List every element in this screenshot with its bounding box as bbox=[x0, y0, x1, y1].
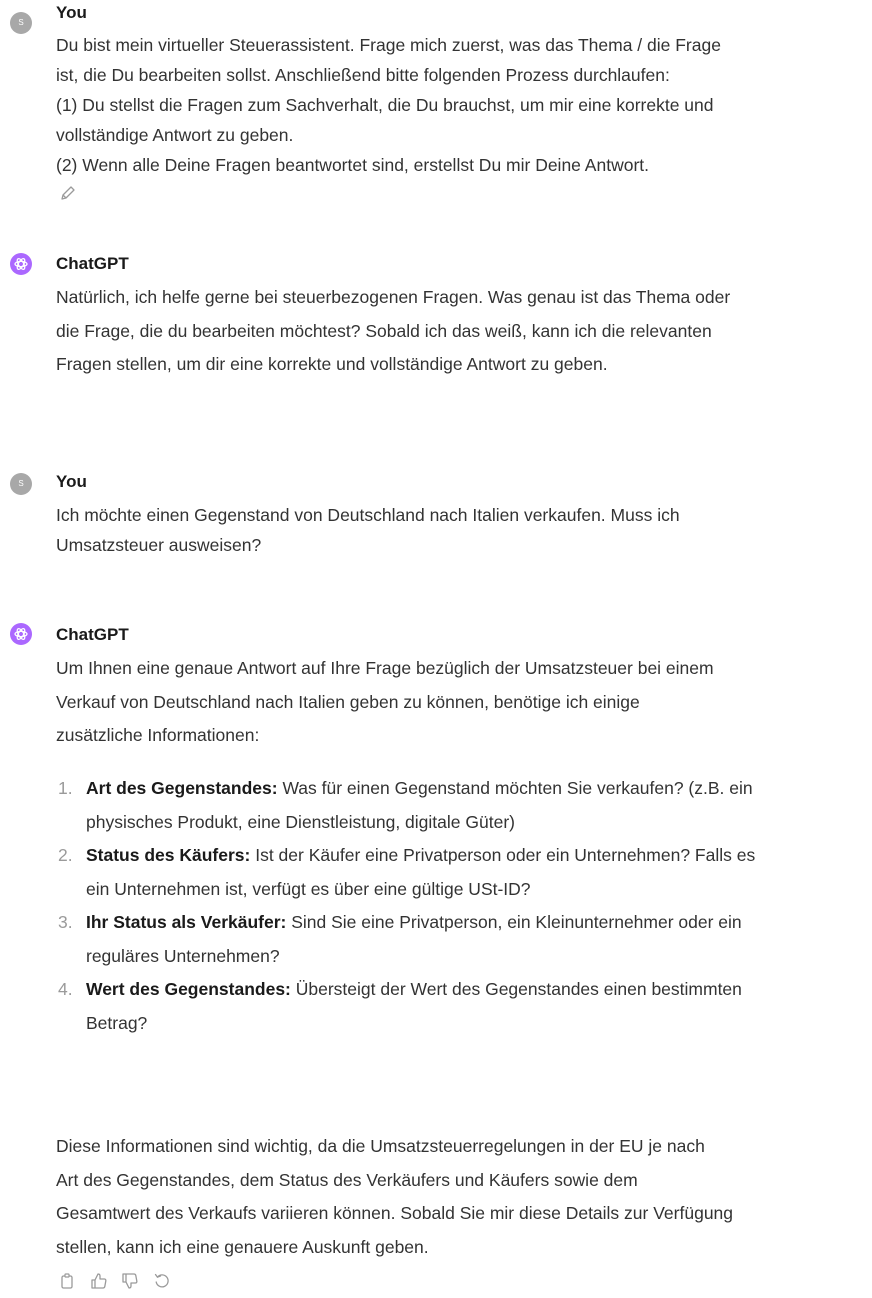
text-line: Was für einen Gegenstand möchten Sie ver… bbox=[277, 778, 753, 798]
copy-icon[interactable] bbox=[58, 1272, 76, 1290]
message-text: Um Ihnen eine genaue Antwort auf Ihre Fr… bbox=[56, 652, 872, 753]
list-item: 2. Status des Käufers: Ist der Käufer ei… bbox=[58, 839, 872, 906]
list-number: 1. bbox=[58, 778, 73, 798]
list-item-label: Status des Käufers: bbox=[86, 845, 251, 865]
text-line: Übersteigt der Wert des Gegenstandes ein… bbox=[290, 979, 742, 999]
message-text: Diese Informationen sind wichtig, da die… bbox=[56, 1130, 872, 1264]
list-item: 1. Art des Gegenstandes: Was für einen G… bbox=[58, 772, 872, 839]
thumbs-up-icon[interactable] bbox=[90, 1272, 108, 1290]
text-line: Du bist mein virtueller Steuerassistent.… bbox=[56, 35, 721, 55]
text-line: die Frage, die du bearbeiten möchtest? S… bbox=[56, 320, 712, 341]
message-text: Natürlich, ich helfe gerne bei steuerbez… bbox=[56, 281, 872, 382]
regenerate-icon[interactable] bbox=[153, 1272, 171, 1290]
message-text: Du bist mein virtueller Steuerassistent.… bbox=[56, 30, 872, 180]
list-item: 3. Ihr Status als Verkäufer: Sind Sie ei… bbox=[58, 906, 872, 973]
list-item-label: Art des Gegenstandes: bbox=[86, 778, 278, 798]
question-list: 1. Art des Gegenstandes: Was für einen G… bbox=[58, 772, 872, 1040]
list-item-label: Ihr Status als Verkäufer: bbox=[86, 912, 287, 932]
text-line: ein Unternehmen ist, verfügt es über ein… bbox=[86, 878, 531, 899]
text-line: reguläres Unternehmen? bbox=[86, 945, 280, 966]
text-line: (1) Du stellst die Fragen zum Sachverhal… bbox=[56, 95, 714, 115]
text-line: Ich möchte einen Gegenstand von Deutschl… bbox=[56, 505, 680, 525]
thumbs-down-icon[interactable] bbox=[121, 1272, 139, 1290]
text-line: stellen, kann ich eine genauere Auskunft… bbox=[56, 1236, 429, 1257]
list-item: 4. Wert des Gegenstandes: Übersteigt der… bbox=[58, 973, 872, 1040]
text-line: Betrag? bbox=[86, 1012, 148, 1033]
list-number: 4. bbox=[58, 979, 73, 999]
author-name: ChatGPT bbox=[56, 625, 129, 644]
text-line: physisches Produkt, eine Dienstleistung,… bbox=[86, 811, 515, 832]
list-number: 2. bbox=[58, 845, 73, 865]
author-name: You bbox=[56, 3, 87, 22]
openai-logo-icon bbox=[10, 623, 32, 645]
user-avatar[interactable]: S bbox=[10, 12, 32, 34]
text-line: Fragen stellen, um dir eine korrekte und… bbox=[56, 354, 608, 374]
author-name: You bbox=[56, 472, 87, 491]
message-text: Ich möchte einen Gegenstand von Deutschl… bbox=[56, 500, 872, 560]
list-number: 3. bbox=[58, 912, 73, 932]
text-line: (2) Wenn alle Deine Fragen beantwortet s… bbox=[56, 155, 650, 175]
text-line: Gesamtwert des Verkaufs variieren können… bbox=[56, 1203, 734, 1223]
text-line: Natürlich, ich helfe gerne bei steuerbez… bbox=[56, 287, 731, 307]
text-line: Sind Sie eine Privatperson, ein Kleinunt… bbox=[286, 912, 742, 932]
text-line: Um Ihnen eine genaue Antwort auf Ihre Fr… bbox=[56, 658, 714, 678]
text-line: Diese Informationen sind wichtig, da die… bbox=[56, 1136, 705, 1156]
text-line: Umsatzsteuer ausweisen? bbox=[56, 535, 262, 555]
pencil-icon[interactable] bbox=[59, 184, 77, 202]
list-item-label: Wert des Gegenstandes: bbox=[86, 979, 291, 999]
text-line: Verkauf von Deutschland nach Italien geb… bbox=[56, 691, 640, 712]
text-line: vollständige Antwort zu geben. bbox=[56, 125, 294, 145]
openai-logo-icon bbox=[10, 253, 32, 275]
text-line: ist, die Du bearbeiten sollst. Anschließ… bbox=[56, 65, 670, 85]
text-line: Art des Gegenstandes, dem Status des Ver… bbox=[56, 1169, 638, 1190]
text-line: zusätzliche Informationen: bbox=[56, 725, 260, 745]
text-line: Ist der Käufer eine Privatperson oder ei… bbox=[250, 845, 756, 865]
author-name: ChatGPT bbox=[56, 254, 129, 273]
user-avatar[interactable]: S bbox=[10, 473, 32, 495]
